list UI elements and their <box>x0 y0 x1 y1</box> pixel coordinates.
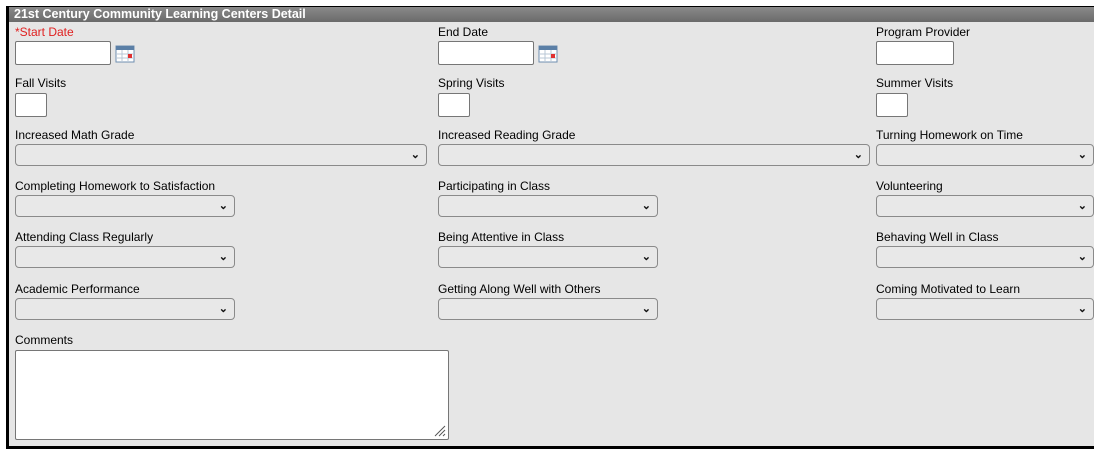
getting-along-select[interactable]: ⌄ <box>438 298 658 320</box>
increased-math-grade-label: Increased Math Grade <box>15 128 135 142</box>
participating-select[interactable]: ⌄ <box>438 195 658 217</box>
end-date-label: End Date <box>438 25 489 39</box>
calendar-icon[interactable] <box>115 45 135 63</box>
turning-homework-select[interactable]: ⌄ <box>876 144 1094 166</box>
fall-visits-input[interactable] <box>15 93 47 117</box>
completing-homework-label: Completing Homework to Satisfaction <box>15 179 216 193</box>
summer-visits-label: Summer Visits <box>876 76 954 90</box>
being-attentive-select[interactable]: ⌄ <box>438 246 658 268</box>
coming-motivated-select[interactable]: ⌄ <box>876 298 1094 320</box>
being-attentive-label: Being Attentive in Class <box>438 230 565 244</box>
comments-textarea[interactable] <box>15 350 449 440</box>
chevron-down-icon: ⌄ <box>1077 251 1087 263</box>
behaving-well-label: Behaving Well in Class <box>876 230 999 244</box>
spring-visits-label: Spring Visits <box>438 76 505 90</box>
learning-centers-detail-panel: 21st Century Community Learning Centers … <box>6 6 1094 449</box>
start-date-input[interactable] <box>15 41 111 65</box>
chevron-down-icon: ⌄ <box>641 251 651 263</box>
chevron-down-icon: ⌄ <box>218 200 228 212</box>
volunteering-label: Volunteering <box>876 179 943 193</box>
increased-reading-grade-select[interactable]: ⌄ <box>438 144 870 166</box>
attending-class-select[interactable]: ⌄ <box>15 246 235 268</box>
calendar-icon[interactable] <box>538 45 558 63</box>
chevron-down-icon: ⌄ <box>1077 200 1087 212</box>
program-provider-label: Program Provider <box>876 25 971 39</box>
chevron-down-icon: ⌄ <box>410 149 420 161</box>
attending-class-label: Attending Class Regularly <box>15 230 154 244</box>
fall-visits-label: Fall Visits <box>15 76 67 90</box>
behaving-well-select[interactable]: ⌄ <box>876 246 1094 268</box>
chevron-down-icon: ⌄ <box>641 303 651 315</box>
panel-title: 21st Century Community Learning Centers … <box>9 7 1094 22</box>
spring-visits-input[interactable] <box>438 93 470 117</box>
chevron-down-icon: ⌄ <box>218 303 228 315</box>
participating-label: Participating in Class <box>438 179 551 193</box>
getting-along-label: Getting Along Well with Others <box>438 282 601 296</box>
increased-reading-grade-label: Increased Reading Grade <box>438 128 576 142</box>
end-date-input[interactable] <box>438 41 534 65</box>
completing-homework-select[interactable]: ⌄ <box>15 195 235 217</box>
coming-motivated-label: Coming Motivated to Learn <box>876 282 1021 296</box>
volunteering-select[interactable]: ⌄ <box>876 195 1094 217</box>
increased-math-grade-select[interactable]: ⌄ <box>15 144 427 166</box>
chevron-down-icon: ⌄ <box>1077 149 1087 161</box>
resize-grip-icon[interactable] <box>432 423 446 437</box>
comments-label: Comments <box>15 333 74 347</box>
chevron-down-icon: ⌄ <box>853 149 863 161</box>
chevron-down-icon: ⌄ <box>641 200 651 212</box>
turning-homework-label: Turning Homework on Time <box>876 128 1023 142</box>
academic-performance-select[interactable]: ⌄ <box>15 298 235 320</box>
program-provider-input[interactable] <box>876 41 954 65</box>
start-date-label: *Start Date <box>15 25 74 39</box>
chevron-down-icon: ⌄ <box>1077 303 1087 315</box>
chevron-down-icon: ⌄ <box>218 251 228 263</box>
academic-performance-label: Academic Performance <box>15 282 140 296</box>
summer-visits-input[interactable] <box>876 93 908 117</box>
